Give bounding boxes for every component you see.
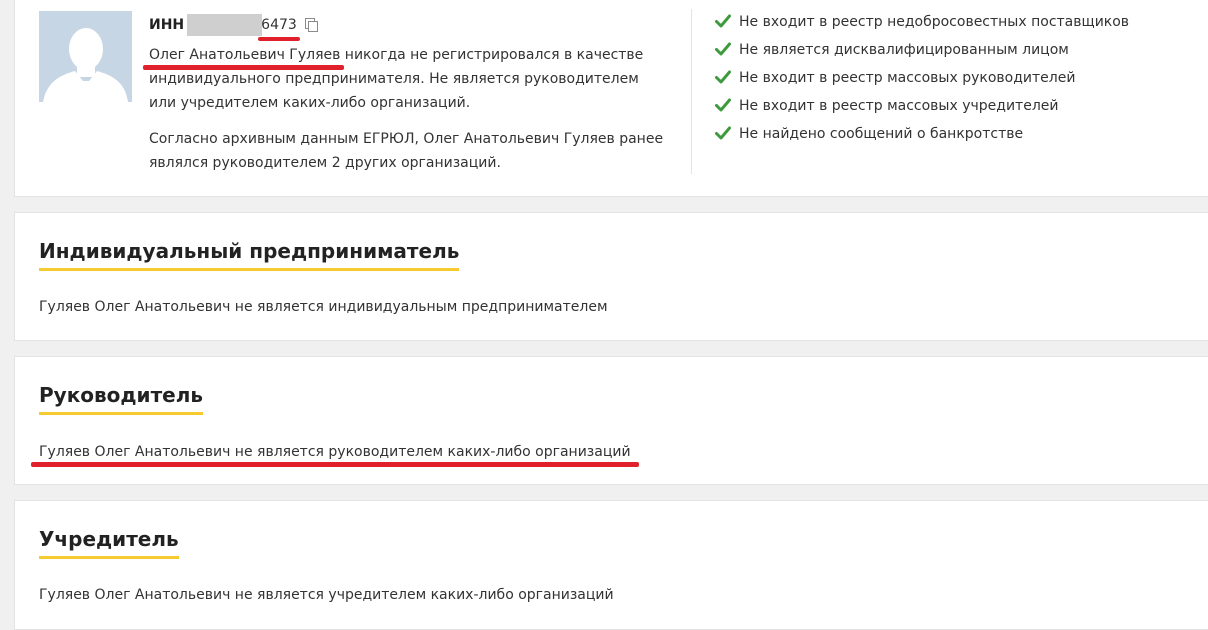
- avatar: [39, 11, 132, 102]
- check-icon: [715, 14, 731, 28]
- inn-label: ИНН: [149, 17, 185, 33]
- check-item-mass-managers: Не входит в реестр массовых руководителе…: [715, 67, 1129, 95]
- person-description: Олег Анатольевич Гуляев никогда не регис…: [143, 43, 669, 115]
- check-label: Не найдено сообщений о банкротстве: [739, 126, 1024, 142]
- section-title: Руководитель: [39, 381, 204, 415]
- check-item-mass-founders: Не входит в реестр массовых учредителей: [715, 95, 1129, 123]
- check-icon: [715, 98, 731, 112]
- person-summary-card: ИНН 6473 Олег Анатольевич Гуляев никогда …: [14, 0, 1208, 197]
- section-text-highlighted: Гуляев Олег Анатольевич не является руко…: [31, 444, 639, 467]
- inn-value-text: 6473: [261, 17, 297, 33]
- check-label: Не входит в реестр массовых учредителей: [739, 98, 1059, 114]
- inn-row: ИНН 6473: [149, 14, 318, 41]
- check-label: Не является дисквалифицированным лицом: [739, 42, 1069, 58]
- check-item-unfair-suppliers: Не входит в реестр недобросовестных пост…: [715, 11, 1129, 39]
- check-item-disqualified: Не является дисквалифицированным лицом: [715, 39, 1129, 67]
- inn-redacted-mask: [187, 14, 263, 36]
- check-icon: [715, 42, 731, 56]
- section-manager: Руководитель Гуляев Олег Анатольевич не …: [14, 356, 1208, 485]
- check-icon: [715, 126, 731, 140]
- annotation-underline: [31, 462, 639, 467]
- checks-list: Не входит в реестр недобросовестных пост…: [715, 11, 1129, 151]
- person-silhouette-icon: [39, 11, 132, 102]
- annotation-underline: [143, 65, 345, 70]
- section-text: Гуляев Олег Анатольевич не является инди…: [39, 299, 608, 315]
- archive-note: Согласно архивным данным ЕГРЮЛ, Олег Ана…: [149, 131, 664, 171]
- annotation-underline: [258, 37, 300, 41]
- copy-icon[interactable]: [304, 18, 318, 32]
- section-title: Индивидуальный предприниматель: [39, 237, 460, 271]
- section-founder: Учредитель Гуляев Олег Анатольевич не яв…: [14, 500, 1208, 630]
- section-title: Учредитель: [39, 525, 179, 559]
- check-label: Не входит в реестр недобросовестных пост…: [739, 14, 1130, 30]
- check-item-bankruptcy: Не найдено сообщений о банкротстве: [715, 123, 1129, 151]
- inn-value[interactable]: 6473: [258, 17, 300, 41]
- check-label: Не входит в реестр массовых руководителе…: [739, 70, 1076, 86]
- section-text: Гуляев Олег Анатольевич не является руко…: [31, 441, 639, 467]
- section-text: Гуляев Олег Анатольевич не является учре…: [39, 587, 614, 603]
- section-individual-entrepreneur: Индивидуальный предприниматель Гуляев Ол…: [14, 212, 1208, 341]
- section-text-value: Гуляев Олег Анатольевич не является руко…: [39, 444, 631, 460]
- person-name: Олег Анатольевич Гуляев: [149, 47, 341, 63]
- check-icon: [715, 70, 731, 84]
- vertical-divider: [691, 9, 692, 174]
- person-name-link[interactable]: Олег Анатольевич Гуляев: [143, 47, 345, 70]
